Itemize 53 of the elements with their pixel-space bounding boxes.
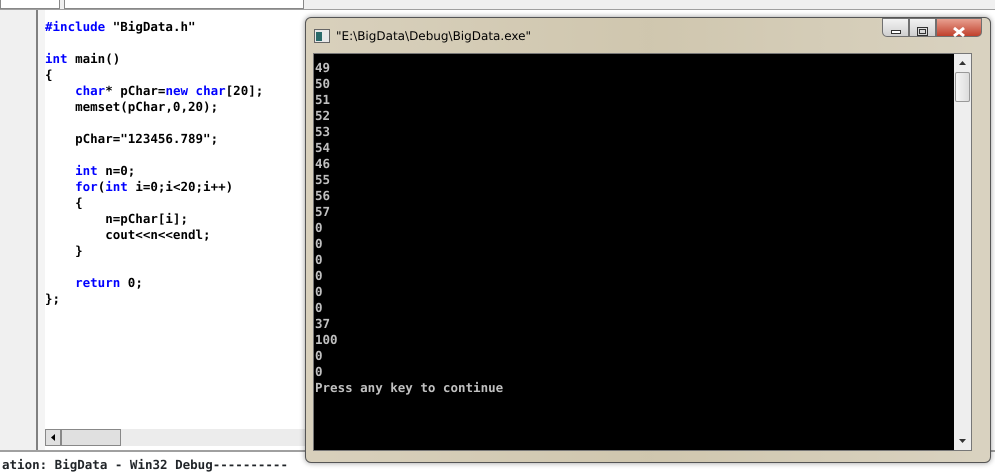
- console-icon: [314, 28, 330, 42]
- console-output-line: 0: [315, 300, 324, 316]
- console-output-line: 0: [315, 284, 324, 300]
- console-output-line: 51: [315, 92, 332, 108]
- code-line: char* pChar=new char[20];: [74, 83, 264, 99]
- code-line: {: [45, 67, 53, 83]
- console-output-line: 0: [315, 252, 324, 268]
- combo-box[interactable]: [64, 0, 304, 9]
- scroll-thumb[interactable]: [61, 429, 121, 446]
- console-output-line: 37: [315, 316, 332, 332]
- console-output-line: 52: [315, 108, 332, 124]
- up-arrow-icon: [959, 61, 966, 65]
- console-output-line: 55: [315, 172, 332, 188]
- console-output-line: 0: [315, 348, 324, 364]
- combo-box[interactable]: [0, 0, 60, 9]
- console-output-line: 0: [315, 268, 324, 284]
- console-output-line: 0: [315, 236, 324, 252]
- minimize-icon: [890, 30, 900, 34]
- code-line: int n=0;: [74, 163, 136, 179]
- code-line: }: [74, 243, 83, 259]
- code-line: memset(pChar,0,20);: [74, 99, 218, 115]
- console-output-line: 0: [315, 220, 324, 236]
- code-line: cout<<n<<endl;: [104, 227, 211, 243]
- console-output-line: 57: [315, 204, 332, 220]
- code-line: int main(): [45, 51, 120, 67]
- minimize-button[interactable]: [882, 18, 909, 37]
- maximize-button[interactable]: [909, 18, 936, 37]
- build-output-text: ation: BigData - Win32 Debug----------: [2, 457, 288, 472]
- console-output-line: 54: [315, 140, 332, 156]
- close-button[interactable]: [936, 18, 982, 37]
- code-line: n=pChar[i];: [104, 211, 188, 227]
- code-line: #include "BigData.h": [45, 19, 196, 35]
- scroll-thumb[interactable]: [955, 72, 970, 102]
- code-line: for(int i=0;i<20;i++): [74, 179, 234, 195]
- console-output-line: 50: [315, 76, 332, 92]
- down-arrow-icon: [959, 439, 966, 443]
- code-line: pChar="123456.789";: [74, 131, 218, 147]
- console-output-line: 46: [315, 156, 332, 172]
- console-output-line: 49: [315, 60, 332, 76]
- code-line: return 0;: [74, 275, 143, 291]
- vertical-scrollbar[interactable]: [954, 54, 971, 450]
- code-line: {: [74, 195, 83, 211]
- scroll-left-button[interactable]: [45, 429, 61, 446]
- close-icon: [953, 26, 965, 37]
- left-arrow-icon: [51, 434, 55, 441]
- console-output-line: 53: [315, 124, 332, 140]
- console-output-line: 0: [315, 364, 324, 380]
- maximize-icon: [917, 27, 928, 36]
- code-line: };: [45, 291, 60, 307]
- console-output-line: 100: [315, 332, 339, 348]
- window-title: "E:\BigData\Debug\BigData.exe": [336, 28, 532, 44]
- console-output-line: Press any key to continue: [315, 380, 504, 396]
- console-output-line: 56: [315, 188, 332, 204]
